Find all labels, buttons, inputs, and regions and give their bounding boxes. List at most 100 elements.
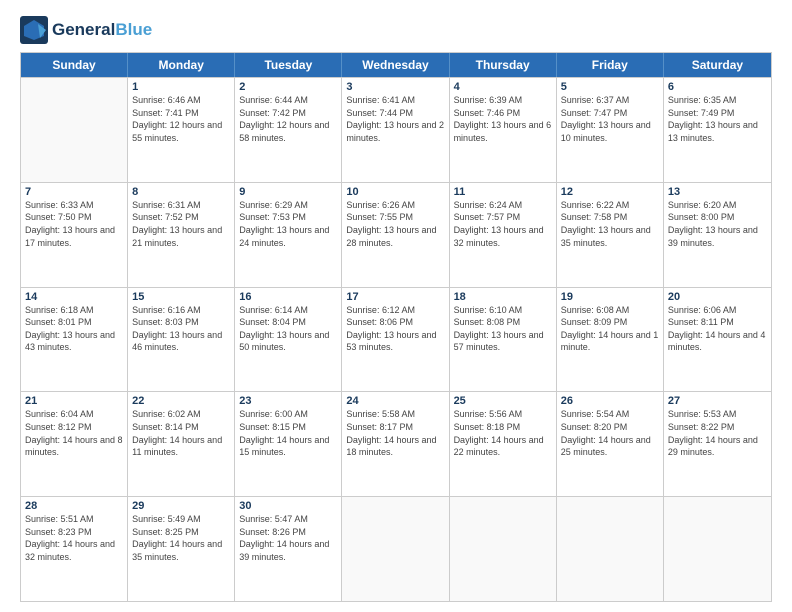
day-cell-5: 5Sunrise: 6:37 AMSunset: 7:47 PMDaylight… xyxy=(557,78,664,182)
day-info: Sunrise: 6:35 AMSunset: 7:49 PMDaylight:… xyxy=(668,94,767,144)
day-cell-24: 24Sunrise: 5:58 AMSunset: 8:17 PMDayligh… xyxy=(342,392,449,496)
empty-cell xyxy=(664,497,771,601)
day-number: 7 xyxy=(25,186,123,198)
day-info: Sunrise: 6:31 AMSunset: 7:52 PMDaylight:… xyxy=(132,199,230,249)
day-cell-19: 19Sunrise: 6:08 AMSunset: 8:09 PMDayligh… xyxy=(557,288,664,392)
day-number: 18 xyxy=(454,291,552,303)
day-info: Sunrise: 6:37 AMSunset: 7:47 PMDaylight:… xyxy=(561,94,659,144)
day-number: 21 xyxy=(25,395,123,407)
day-info: Sunrise: 6:41 AMSunset: 7:44 PMDaylight:… xyxy=(346,94,444,144)
day-number: 20 xyxy=(668,291,767,303)
day-header-sunday: Sunday xyxy=(21,53,128,77)
day-info: Sunrise: 6:24 AMSunset: 7:57 PMDaylight:… xyxy=(454,199,552,249)
day-cell-6: 6Sunrise: 6:35 AMSunset: 7:49 PMDaylight… xyxy=(664,78,771,182)
day-info: Sunrise: 6:14 AMSunset: 8:04 PMDaylight:… xyxy=(239,304,337,354)
empty-cell xyxy=(342,497,449,601)
day-header-monday: Monday xyxy=(128,53,235,77)
week-row-2: 7Sunrise: 6:33 AMSunset: 7:50 PMDaylight… xyxy=(21,182,771,287)
day-info: Sunrise: 6:00 AMSunset: 8:15 PMDaylight:… xyxy=(239,408,337,458)
day-cell-15: 15Sunrise: 6:16 AMSunset: 8:03 PMDayligh… xyxy=(128,288,235,392)
logo-icon xyxy=(20,16,48,44)
day-info: Sunrise: 5:56 AMSunset: 8:18 PMDaylight:… xyxy=(454,408,552,458)
day-number: 13 xyxy=(668,186,767,198)
day-number: 29 xyxy=(132,500,230,512)
day-cell-18: 18Sunrise: 6:10 AMSunset: 8:08 PMDayligh… xyxy=(450,288,557,392)
day-number: 16 xyxy=(239,291,337,303)
day-cell-27: 27Sunrise: 5:53 AMSunset: 8:22 PMDayligh… xyxy=(664,392,771,496)
day-header-tuesday: Tuesday xyxy=(235,53,342,77)
day-number: 30 xyxy=(239,500,337,512)
day-cell-10: 10Sunrise: 6:26 AMSunset: 7:55 PMDayligh… xyxy=(342,183,449,287)
day-number: 19 xyxy=(561,291,659,303)
page: GeneralBlue SundayMondayTuesdayWednesday… xyxy=(0,0,792,612)
day-cell-2: 2Sunrise: 6:44 AMSunset: 7:42 PMDaylight… xyxy=(235,78,342,182)
day-info: Sunrise: 6:06 AMSunset: 8:11 PMDaylight:… xyxy=(668,304,767,354)
day-cell-17: 17Sunrise: 6:12 AMSunset: 8:06 PMDayligh… xyxy=(342,288,449,392)
day-number: 14 xyxy=(25,291,123,303)
day-info: Sunrise: 6:16 AMSunset: 8:03 PMDaylight:… xyxy=(132,304,230,354)
day-info: Sunrise: 5:49 AMSunset: 8:25 PMDaylight:… xyxy=(132,513,230,563)
day-number: 12 xyxy=(561,186,659,198)
day-info: Sunrise: 6:26 AMSunset: 7:55 PMDaylight:… xyxy=(346,199,444,249)
day-number: 3 xyxy=(346,81,444,93)
day-info: Sunrise: 6:04 AMSunset: 8:12 PMDaylight:… xyxy=(25,408,123,458)
day-info: Sunrise: 6:46 AMSunset: 7:41 PMDaylight:… xyxy=(132,94,230,144)
day-cell-21: 21Sunrise: 6:04 AMSunset: 8:12 PMDayligh… xyxy=(21,392,128,496)
empty-cell xyxy=(450,497,557,601)
day-number: 22 xyxy=(132,395,230,407)
day-cell-23: 23Sunrise: 6:00 AMSunset: 8:15 PMDayligh… xyxy=(235,392,342,496)
week-row-4: 21Sunrise: 6:04 AMSunset: 8:12 PMDayligh… xyxy=(21,391,771,496)
day-info: Sunrise: 6:22 AMSunset: 7:58 PMDaylight:… xyxy=(561,199,659,249)
day-number: 15 xyxy=(132,291,230,303)
day-info: Sunrise: 6:29 AMSunset: 7:53 PMDaylight:… xyxy=(239,199,337,249)
day-number: 2 xyxy=(239,81,337,93)
day-number: 23 xyxy=(239,395,337,407)
day-number: 4 xyxy=(454,81,552,93)
day-cell-3: 3Sunrise: 6:41 AMSunset: 7:44 PMDaylight… xyxy=(342,78,449,182)
day-cell-4: 4Sunrise: 6:39 AMSunset: 7:46 PMDaylight… xyxy=(450,78,557,182)
day-info: Sunrise: 6:12 AMSunset: 8:06 PMDaylight:… xyxy=(346,304,444,354)
logo-text: GeneralBlue xyxy=(52,21,152,40)
day-cell-28: 28Sunrise: 5:51 AMSunset: 8:23 PMDayligh… xyxy=(21,497,128,601)
day-info: Sunrise: 5:47 AMSunset: 8:26 PMDaylight:… xyxy=(239,513,337,563)
header: GeneralBlue xyxy=(20,16,772,44)
day-info: Sunrise: 6:10 AMSunset: 8:08 PMDaylight:… xyxy=(454,304,552,354)
day-cell-11: 11Sunrise: 6:24 AMSunset: 7:57 PMDayligh… xyxy=(450,183,557,287)
day-cell-30: 30Sunrise: 5:47 AMSunset: 8:26 PMDayligh… xyxy=(235,497,342,601)
day-info: Sunrise: 6:02 AMSunset: 8:14 PMDaylight:… xyxy=(132,408,230,458)
week-row-5: 28Sunrise: 5:51 AMSunset: 8:23 PMDayligh… xyxy=(21,496,771,601)
day-header-wednesday: Wednesday xyxy=(342,53,449,77)
day-cell-25: 25Sunrise: 5:56 AMSunset: 8:18 PMDayligh… xyxy=(450,392,557,496)
day-cell-29: 29Sunrise: 5:49 AMSunset: 8:25 PMDayligh… xyxy=(128,497,235,601)
logo: GeneralBlue xyxy=(20,16,152,44)
day-cell-16: 16Sunrise: 6:14 AMSunset: 8:04 PMDayligh… xyxy=(235,288,342,392)
day-number: 28 xyxy=(25,500,123,512)
day-info: Sunrise: 5:51 AMSunset: 8:23 PMDaylight:… xyxy=(25,513,123,563)
day-number: 8 xyxy=(132,186,230,198)
day-number: 5 xyxy=(561,81,659,93)
calendar-header: SundayMondayTuesdayWednesdayThursdayFrid… xyxy=(21,53,771,77)
day-header-thursday: Thursday xyxy=(450,53,557,77)
day-cell-22: 22Sunrise: 6:02 AMSunset: 8:14 PMDayligh… xyxy=(128,392,235,496)
day-number: 26 xyxy=(561,395,659,407)
day-cell-26: 26Sunrise: 5:54 AMSunset: 8:20 PMDayligh… xyxy=(557,392,664,496)
day-number: 1 xyxy=(132,81,230,93)
calendar: SundayMondayTuesdayWednesdayThursdayFrid… xyxy=(20,52,772,602)
day-number: 27 xyxy=(668,395,767,407)
day-number: 6 xyxy=(668,81,767,93)
day-cell-9: 9Sunrise: 6:29 AMSunset: 7:53 PMDaylight… xyxy=(235,183,342,287)
calendar-body: 1Sunrise: 6:46 AMSunset: 7:41 PMDaylight… xyxy=(21,77,771,601)
day-number: 9 xyxy=(239,186,337,198)
day-number: 11 xyxy=(454,186,552,198)
day-info: Sunrise: 5:53 AMSunset: 8:22 PMDaylight:… xyxy=(668,408,767,458)
day-cell-1: 1Sunrise: 6:46 AMSunset: 7:41 PMDaylight… xyxy=(128,78,235,182)
day-cell-7: 7Sunrise: 6:33 AMSunset: 7:50 PMDaylight… xyxy=(21,183,128,287)
day-info: Sunrise: 6:20 AMSunset: 8:00 PMDaylight:… xyxy=(668,199,767,249)
day-info: Sunrise: 5:54 AMSunset: 8:20 PMDaylight:… xyxy=(561,408,659,458)
empty-cell xyxy=(557,497,664,601)
week-row-3: 14Sunrise: 6:18 AMSunset: 8:01 PMDayligh… xyxy=(21,287,771,392)
day-info: Sunrise: 6:33 AMSunset: 7:50 PMDaylight:… xyxy=(25,199,123,249)
day-number: 25 xyxy=(454,395,552,407)
day-number: 17 xyxy=(346,291,444,303)
day-info: Sunrise: 6:39 AMSunset: 7:46 PMDaylight:… xyxy=(454,94,552,144)
